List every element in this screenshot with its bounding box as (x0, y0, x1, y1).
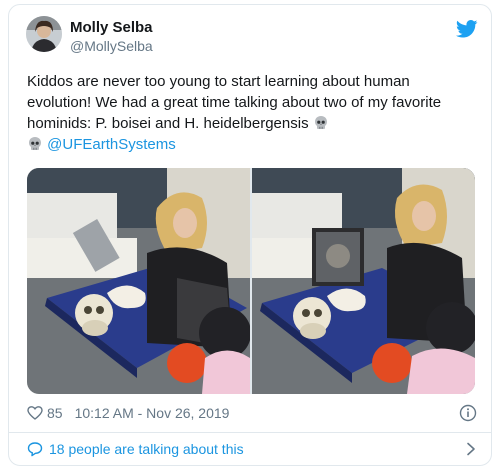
conversation-label: 18 people are talking about this (49, 441, 244, 457)
conversation-link[interactable]: 18 people are talking about this (27, 437, 477, 461)
skull-emoji-icon (314, 116, 327, 129)
tweet-timestamp[interactable]: 10:12 AM - Nov 26, 2019 (75, 405, 230, 421)
avatar[interactable] (26, 16, 62, 52)
skull-emoji-icon (29, 137, 41, 150)
speech-bubble-icon (27, 442, 43, 457)
mention-link[interactable]: @UFEarthSystems (47, 136, 176, 153)
tweet-meta: 85 10:12 AM - Nov 26, 2019 (27, 403, 477, 423)
chevron-right-icon (467, 442, 475, 456)
tweet-card: Molly Selba @MollySelba Kiddos are never… (8, 4, 492, 466)
twitter-bird-icon[interactable] (456, 20, 478, 38)
author-handle[interactable]: @MollySelba (70, 38, 153, 54)
tweet-photo-1[interactable] (27, 168, 250, 394)
media-grid (27, 168, 475, 394)
tweet-text-line-2: evolution! We had a great time talking a… (27, 94, 442, 111)
tweet-text: Kiddos are never too young to start lear… (27, 71, 477, 155)
divider (9, 432, 491, 433)
tweet-text-line-1: Kiddos are never too young to start lear… (27, 73, 410, 90)
info-icon[interactable] (459, 404, 477, 422)
like-count[interactable]: 85 (47, 405, 63, 421)
heart-icon[interactable] (27, 405, 43, 421)
tweet-text-line-3: hominids: P. boisei and H. heidelbergens… (27, 115, 309, 132)
author-name[interactable]: Molly Selba (70, 19, 153, 36)
tweet-photo-2[interactable] (252, 168, 475, 394)
